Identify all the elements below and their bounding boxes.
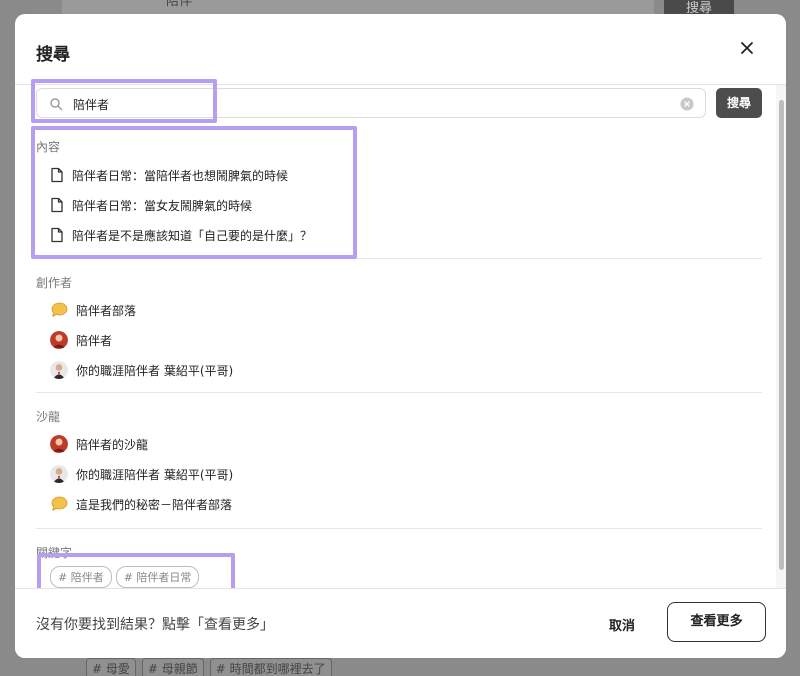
search-input[interactable] — [73, 93, 673, 115]
content-result-item[interactable]: 陪伴者是不是應該知道「自己要的是什麼」？ — [50, 224, 312, 246]
search-field[interactable] — [36, 88, 706, 118]
background-search-text: 陪伴 — [166, 0, 193, 9]
salon-result-label: 這是我們的秘密－陪伴者部落 — [76, 497, 233, 512]
salon-result-label: 你的職涯陪伴者 葉紹平(平哥) — [76, 467, 234, 482]
speech-bubble-avatar-icon — [51, 302, 68, 318]
background-tag: # 時間都到哪裡去了 — [209, 658, 332, 676]
section-heading: 沙龍 — [36, 410, 61, 424]
man-in-suit-avatar-icon — [50, 361, 68, 379]
section-divider — [36, 528, 762, 529]
salon-result-item[interactable]: 你的職涯陪伴者 葉紹平(平哥) — [50, 463, 233, 485]
document-icon — [51, 197, 63, 213]
cancel-button[interactable]: 取消 — [609, 615, 635, 634]
document-icon — [51, 227, 63, 243]
creator-result-label: 陪伴者部落 — [76, 303, 137, 318]
close-icon — [741, 42, 753, 54]
keyword-tag[interactable]: # 陪伴者 — [50, 566, 112, 588]
salons-section: 沙龍 — [36, 408, 762, 425]
footer-hint: 沒有你要找到結果？點擊「查看更多」 — [36, 617, 274, 633]
section-heading: 創作者 — [36, 276, 73, 290]
section-heading: 關鍵字 — [36, 546, 73, 560]
view-more-button[interactable]: 查看更多 — [667, 602, 766, 642]
content-result-label: 陪伴者日常：當陪伴者也想鬧脾氣的時候 — [72, 168, 289, 183]
speech-bubble-avatar-icon — [51, 496, 68, 512]
section-heading: 內容 — [36, 140, 61, 154]
background-tag: # 母親節 — [141, 658, 204, 676]
content-result-item[interactable]: 陪伴者日常：當陪伴者也想鬧脾氣的時候 — [50, 164, 288, 186]
man-in-suit-avatar-icon — [50, 465, 68, 483]
background-tag: # 母愛 — [86, 658, 136, 676]
modal-title: 搜尋 — [36, 45, 70, 65]
keyword-tag[interactable]: # 陪伴者日常 — [115, 566, 200, 588]
document-icon — [51, 167, 63, 183]
creator-result-label: 陪伴者 — [76, 333, 113, 348]
creator-result-item[interactable]: 陪伴者部落 — [50, 299, 136, 321]
modal-footer: 沒有你要找到結果？點擊「查看更多」 取消 查看更多 — [15, 588, 786, 658]
creator-result-item[interactable]: 你的職涯陪伴者 葉紹平(平哥) — [50, 359, 233, 381]
portrait-avatar-icon — [50, 331, 68, 349]
creators-section: 創作者 — [36, 274, 762, 291]
section-divider — [36, 392, 762, 393]
keywords-section: 關鍵字 — [36, 544, 762, 561]
content-result-item[interactable]: 陪伴者日常：當女友鬧脾氣的時候 — [50, 194, 252, 216]
portrait-avatar-icon — [50, 435, 68, 453]
scrollbar-thumb[interactable] — [779, 100, 784, 570]
keyword-tags: # 陪伴者 # 陪伴者日常 — [50, 566, 200, 588]
modal-header: 搜尋 — [15, 14, 786, 85]
search-icon — [50, 98, 63, 111]
salon-result-item[interactable]: 陪伴者的沙龍 — [50, 433, 148, 455]
clear-icon[interactable] — [680, 97, 694, 111]
content-result-label: 陪伴者是不是應該知道「自己要的是什麼」？ — [72, 228, 313, 243]
creator-result-item[interactable]: 陪伴者 — [50, 329, 112, 351]
salon-result-item[interactable]: 這是我們的秘密－陪伴者部落 — [50, 493, 232, 515]
background-tags: # 母愛 # 母親節 # 時間都到哪裡去了 — [86, 658, 332, 676]
section-divider — [36, 258, 762, 259]
content-result-label: 陪伴者日常：當女友鬧脾氣的時候 — [72, 198, 253, 213]
search-button[interactable]: 搜尋 — [716, 88, 762, 118]
content-section: 內容 — [36, 138, 762, 155]
salon-result-label: 陪伴者的沙龍 — [76, 437, 149, 452]
creator-result-label: 你的職涯陪伴者 葉紹平(平哥) — [76, 363, 234, 378]
search-modal: 搜尋 搜尋 內容 — [15, 14, 786, 658]
close-button[interactable] — [737, 38, 757, 58]
